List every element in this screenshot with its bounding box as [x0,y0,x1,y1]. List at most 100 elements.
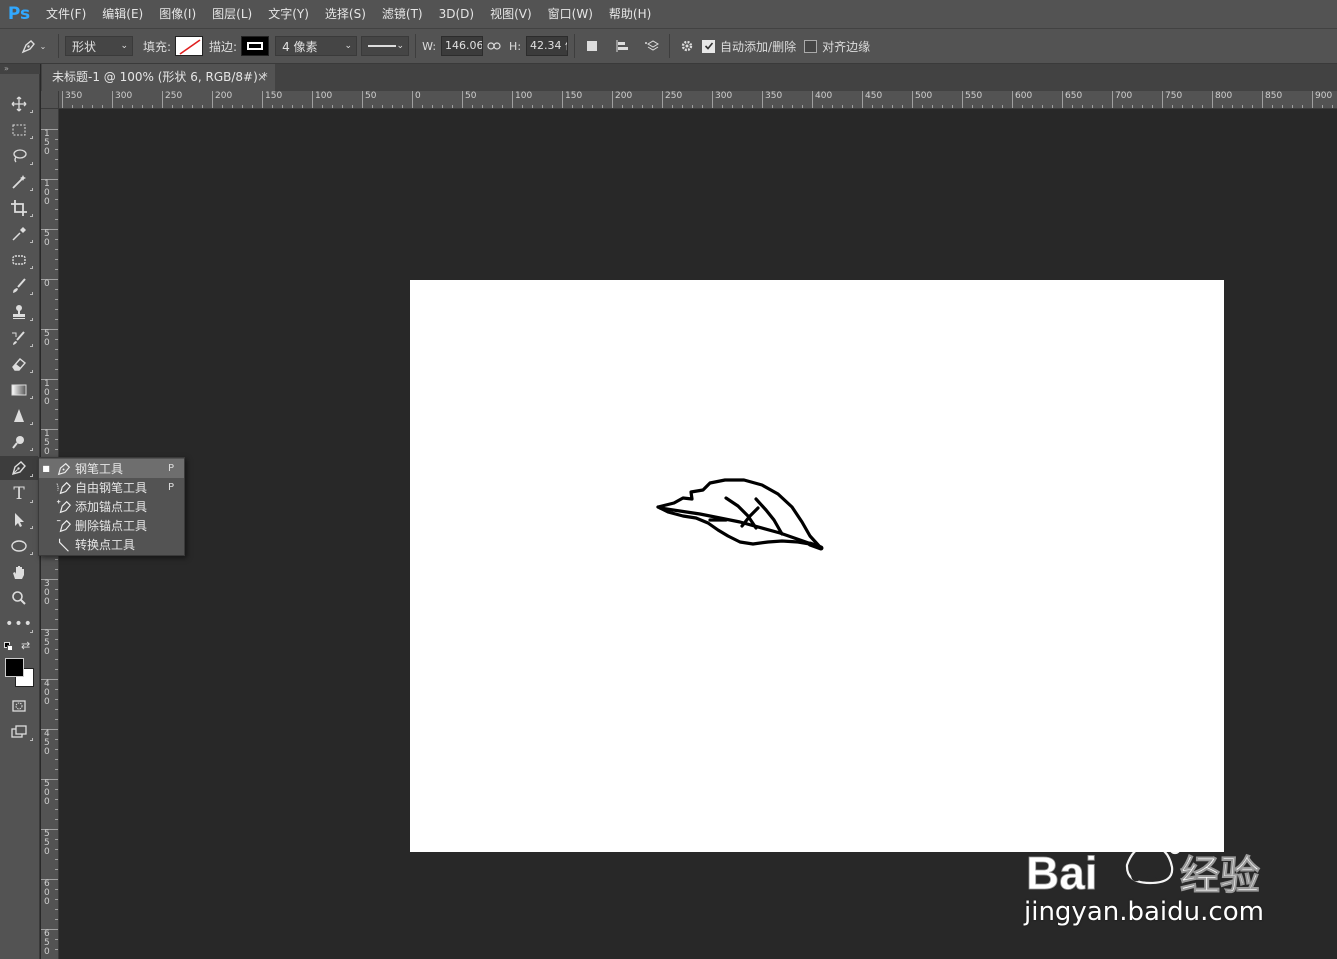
flyout-item-delete-anchor[interactable]: 删除锚点工具 [39,516,184,535]
lasso-tool-icon[interactable] [0,144,38,168]
flyout-item-freeform-pen[interactable]: 自由钢笔工具 P [39,478,184,497]
auto-add-delete-checkbox[interactable] [702,39,716,53]
foreground-color-swatch[interactable] [5,658,24,677]
more-tools-icon[interactable]: ••• [0,612,38,636]
path-arrangement-icon[interactable] [641,35,663,57]
menu-item[interactable]: 窗口(W) [540,0,601,28]
ruler-minor-tick [192,105,193,108]
ruler-minor-tick [55,179,58,180]
ruler-minor-tick [1092,105,1093,108]
ruler-minor-tick [55,129,58,130]
ruler-minor-tick [122,105,123,108]
ruler-minor-tick [682,105,683,108]
ruler-minor-tick [222,105,223,108]
stroke-width-field[interactable]: 4 像素 ⌄ [275,36,358,56]
selected-bullet-icon: ■ [42,464,50,473]
ruler-minor-tick [1212,105,1213,108]
document-tab[interactable]: 未标题-1 @ 100% (形状 6, RGB/8#) * × [42,64,275,91]
quick-mask-icon[interactable] [0,694,38,718]
type-tool-icon[interactable]: T [0,482,38,506]
default-colors-icon[interactable] [4,642,14,652]
menu-item[interactable]: 视图(V) [482,0,540,28]
path-selection-tool-icon[interactable] [0,508,38,532]
auto-add-delete-control[interactable]: 自动添加/删除 [702,35,796,57]
menu-item[interactable]: 图像(I) [151,0,204,28]
menu-item[interactable]: 选择(S) [317,0,374,28]
zoom-tool-icon[interactable] [0,586,38,610]
marquee-tool-icon[interactable] [0,118,38,142]
stroke-type-select[interactable]: ⌄ [361,36,410,56]
path-operations-icon[interactable] [581,35,603,57]
eraser-tool-icon[interactable] [0,352,38,376]
blur-tool-icon[interactable] [0,404,38,428]
fill-swatch[interactable] [175,36,204,56]
document-canvas[interactable] [410,280,1224,852]
stroke-swatch[interactable] [241,36,270,56]
screen-mode-icon[interactable] [0,720,38,744]
tools-panel: T ••• ⇄ [0,74,40,959]
move-tool-icon[interactable] [0,92,38,116]
ruler-origin[interactable] [41,91,59,109]
menu-item[interactable]: 文件(F) [38,0,94,28]
dodge-tool-icon[interactable] [0,430,38,454]
gradient-tool-icon[interactable] [0,378,38,402]
swap-colors-icon[interactable]: ⇄ [21,639,30,652]
ruler-minor-tick [55,729,58,730]
ruler-minor-tick [672,105,673,108]
menu-item[interactable]: 文字(Y) [260,0,317,28]
ruler-minor-tick [872,105,873,108]
pen-tool-preset-icon[interactable]: ⌄ [14,35,52,57]
width-field[interactable]: 146.06 像 [441,36,484,56]
delete-anchor-icon [53,516,75,535]
align-edges-checkbox[interactable] [804,39,818,53]
menu-item[interactable]: 图层(L) [204,0,260,28]
ruler-minor-tick [55,899,58,900]
pen-tool-icon[interactable] [0,456,38,480]
ruler-minor-tick [892,105,893,108]
ruler-minor-tick [1022,105,1023,108]
ruler-minor-tick [1282,105,1283,108]
ruler-minor-tick [172,105,173,108]
ruler-minor-tick [722,105,723,108]
ruler-minor-tick [55,709,58,710]
stamp-tool-icon[interactable] [0,300,38,324]
menu-item[interactable]: 3D(D) [431,0,482,28]
ruler-minor-tick [55,169,58,170]
ruler-minor-tick [55,739,58,740]
path-alignment-icon[interactable] [611,35,633,57]
toolbar-collapse[interactable]: » [0,64,40,74]
horizontal-ruler[interactable]: 350 300 250 200 150 100 50 0 50 100 150 200 250 300 35… [59,91,1337,109]
align-edges-label: 对齐边缘 [822,39,871,54]
ruler-minor-tick [602,105,603,108]
gear-icon[interactable] [676,35,698,57]
hand-tool-icon[interactable] [0,560,38,584]
ruler-minor-tick [262,105,263,108]
ruler-minor-tick [55,599,58,600]
flyout-item-add-anchor[interactable]: 添加锚点工具 [39,497,184,516]
ruler-minor-tick [1292,105,1293,108]
ruler-minor-tick [292,105,293,108]
eyedropper-tool-icon[interactable] [0,222,38,246]
history-brush-tool-icon[interactable] [0,326,38,350]
menu-item[interactable]: 滤镜(T) [374,0,431,28]
align-edges-control[interactable]: 对齐边缘 [804,35,870,57]
mode-select[interactable]: 形状 ⌄ [65,36,133,56]
crop-tool-icon[interactable] [0,196,38,220]
menu-item[interactable]: 编辑(E) [94,0,151,28]
height-field[interactable]: 42.34 像 [526,36,569,56]
ellipse-tool-icon[interactable] [0,534,38,558]
magic-wand-tool-icon[interactable] [0,170,38,194]
close-icon[interactable]: × [257,64,267,91]
brush-tool-icon[interactable] [0,274,38,298]
flyout-item-convert-point[interactable]: 转换点工具 [39,535,184,554]
ruler-minor-tick [55,769,58,770]
ruler-minor-tick [732,105,733,108]
menu-item[interactable]: 帮助(H) [601,0,659,28]
ruler-label: 0 [412,91,421,108]
flyout-item-pen[interactable]: ■ 钢笔工具 P [39,459,184,478]
ruler-minor-tick [1312,105,1313,108]
ruler-minor-tick [152,105,153,108]
ruler-label: 550 [41,829,58,857]
link-icon[interactable] [483,35,505,57]
healing-brush-tool-icon[interactable] [0,248,38,272]
